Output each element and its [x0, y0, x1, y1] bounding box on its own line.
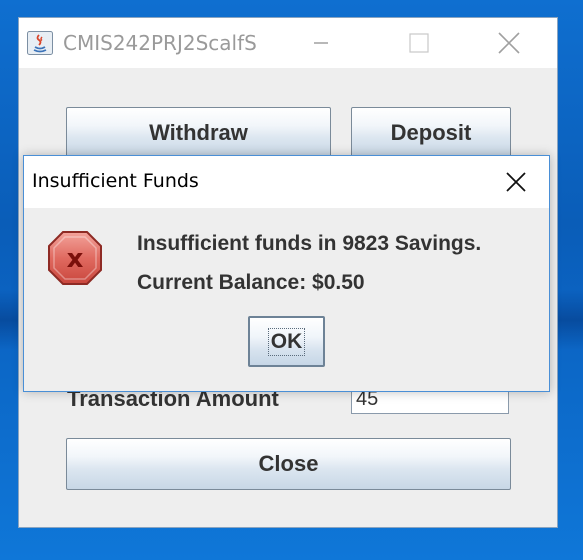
svg-text:x: x: [67, 244, 84, 274]
maximize-icon: [409, 33, 429, 53]
close-icon: [498, 32, 520, 54]
main-titlebar[interactable]: CMIS242PRJ2ScalfS: [19, 18, 557, 68]
dialog-message-line2: Current Balance: $0.50: [137, 271, 365, 294]
insufficient-funds-dialog: Insufficient Funds x Insufficient funds …: [23, 155, 550, 392]
maximize-button[interactable]: [399, 28, 439, 58]
ok-button-label: OK: [267, 327, 306, 356]
deposit-button[interactable]: Deposit: [351, 107, 511, 159]
minimize-icon: [314, 42, 328, 44]
close-icon: [506, 172, 526, 192]
java-app-icon: [27, 31, 53, 55]
window-title: CMIS242PRJ2ScalfS: [63, 31, 257, 55]
minimize-button[interactable]: [301, 28, 341, 58]
ok-button[interactable]: OK: [248, 316, 325, 367]
withdraw-button[interactable]: Withdraw: [66, 107, 331, 159]
window-close-button[interactable]: [489, 28, 529, 58]
dialog-message-line1: Insufficient funds in 9823 Savings.: [137, 232, 482, 255]
error-icon: x: [48, 231, 102, 285]
dialog-close-button[interactable]: [498, 166, 534, 198]
dialog-title: Insufficient Funds: [32, 170, 199, 192]
close-button[interactable]: Close: [66, 438, 511, 490]
dialog-titlebar[interactable]: Insufficient Funds: [24, 156, 549, 208]
